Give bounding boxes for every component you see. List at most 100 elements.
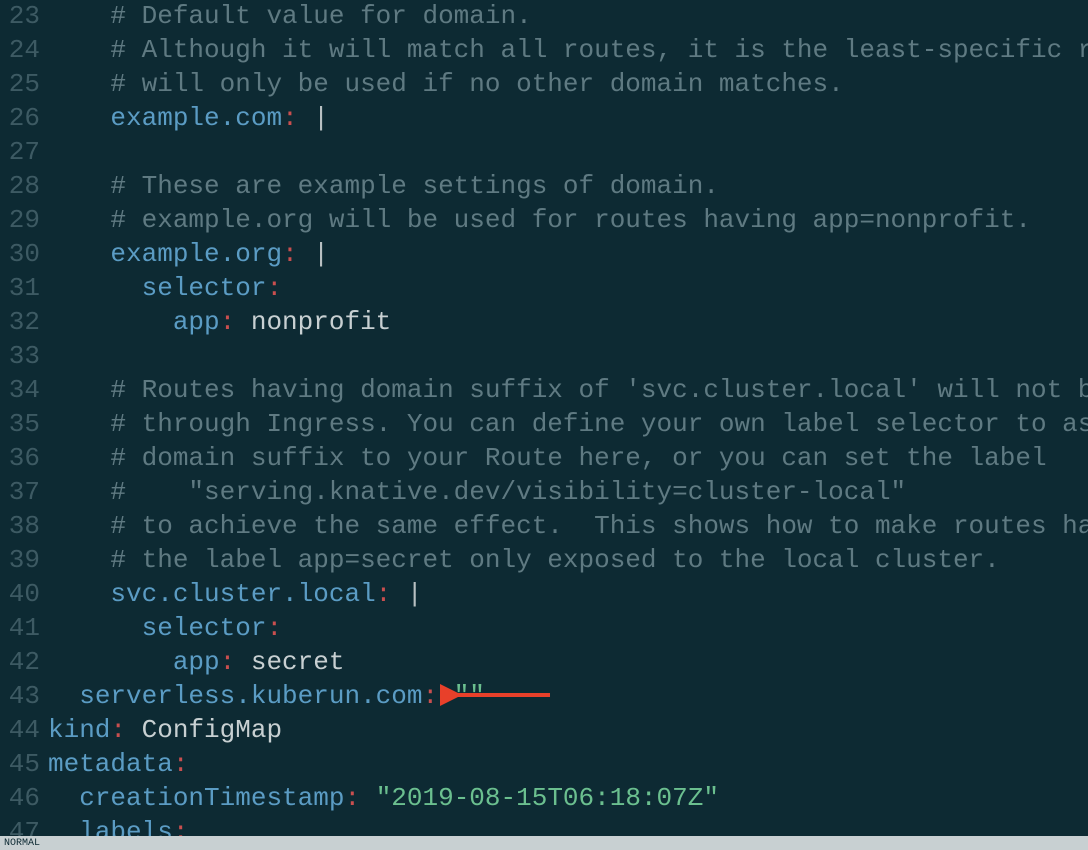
code-line[interactable]: 46 creationTimestamp: "2019-08-15T06:18:… <box>0 782 1088 816</box>
line-content[interactable]: # Routes having domain suffix of 'svc.cl… <box>48 374 1088 408</box>
token-colon: : <box>266 612 282 646</box>
token-val: nonprofit <box>235 306 391 340</box>
token-colon: : <box>422 680 438 714</box>
line-number: 38 <box>0 510 48 544</box>
line-number: 31 <box>0 272 48 306</box>
token-colon: : <box>344 782 360 816</box>
line-number: 39 <box>0 544 48 578</box>
line-number: 30 <box>0 238 48 272</box>
line-content[interactable]: metadata: <box>48 748 188 782</box>
line-number: 27 <box>0 136 48 170</box>
token-val: secret <box>235 646 344 680</box>
token-comment: # through Ingress. You can define your o… <box>110 408 1088 442</box>
code-line[interactable]: 40 svc.cluster.local: | <box>0 578 1088 612</box>
line-content[interactable]: # Although it will match all routes, it … <box>48 34 1088 68</box>
token-pipe: | <box>391 578 422 612</box>
token-val <box>438 680 454 714</box>
line-number: 43 <box>0 680 48 714</box>
line-content[interactable]: # "serving.knative.dev/visibility=cluste… <box>48 476 906 510</box>
token-val: ConfigMap <box>126 714 282 748</box>
line-content[interactable]: # Default value for domain. <box>48 0 532 34</box>
code-editor[interactable]: 23 # Default value for domain.24 # Altho… <box>0 0 1088 850</box>
token-pipe: | <box>298 102 329 136</box>
code-line[interactable]: 32 app: nonprofit <box>0 306 1088 340</box>
token-val <box>360 782 376 816</box>
line-number: 25 <box>0 68 48 102</box>
token-key: serverless.kuberun.com <box>79 680 422 714</box>
code-line[interactable]: 34 # Routes having domain suffix of 'svc… <box>0 374 1088 408</box>
mode-indicator: NORMAL <box>4 838 40 849</box>
line-content[interactable]: kind: ConfigMap <box>48 714 282 748</box>
line-content[interactable]: # domain suffix to your Route here, or y… <box>48 442 1047 476</box>
code-line[interactable]: 38 # to achieve the same effect. This sh… <box>0 510 1088 544</box>
line-content[interactable]: # the label app=secret only exposed to t… <box>48 544 1000 578</box>
line-content[interactable]: selector: <box>48 612 282 646</box>
token-pipe: | <box>298 238 329 272</box>
token-comment: # Default value for domain. <box>110 0 531 34</box>
line-content[interactable]: # These are example settings of domain. <box>48 170 719 204</box>
token-key: kind <box>48 714 110 748</box>
token-comment: # will only be used if no other domain m… <box>110 68 843 102</box>
code-line[interactable]: 37 # "serving.knative.dev/visibility=clu… <box>0 476 1088 510</box>
line-number: 41 <box>0 612 48 646</box>
code-line[interactable]: 25 # will only be used if no other domai… <box>0 68 1088 102</box>
line-number: 42 <box>0 646 48 680</box>
code-line[interactable]: 28 # These are example settings of domai… <box>0 170 1088 204</box>
code-line[interactable]: 41 selector: <box>0 612 1088 646</box>
statusbar: NORMAL <box>0 836 1088 850</box>
line-number: 34 <box>0 374 48 408</box>
line-number: 33 <box>0 340 48 374</box>
code-line[interactable]: 35 # through Ingress. You can define you… <box>0 408 1088 442</box>
line-content[interactable]: # to achieve the same effect. This shows… <box>48 510 1088 544</box>
line-number: 44 <box>0 714 48 748</box>
line-content[interactable]: app: nonprofit <box>48 306 391 340</box>
line-content[interactable]: # will only be used if no other domain m… <box>48 68 844 102</box>
line-content[interactable]: # example.org will be used for routes ha… <box>48 204 1031 238</box>
token-comment: # "serving.knative.dev/visibility=cluste… <box>110 476 906 510</box>
line-number: 32 <box>0 306 48 340</box>
line-content[interactable]: example.com: | <box>48 102 329 136</box>
code-line[interactable]: 42 app: secret <box>0 646 1088 680</box>
line-content[interactable]: serverless.kuberun.com: "" <box>48 680 485 714</box>
code-line[interactable]: 39 # the label app=secret only exposed t… <box>0 544 1088 578</box>
code-line[interactable]: 24 # Although it will match all routes, … <box>0 34 1088 68</box>
code-line[interactable]: 45metadata: <box>0 748 1088 782</box>
code-line[interactable]: 27 <box>0 136 1088 170</box>
code-line[interactable]: 31 selector: <box>0 272 1088 306</box>
token-comment: # Although it will match all routes, it … <box>110 34 1088 68</box>
line-content[interactable]: # through Ingress. You can define your o… <box>48 408 1088 442</box>
line-number: 23 <box>0 0 48 34</box>
token-key: selector <box>142 272 267 306</box>
token-key: selector <box>142 612 267 646</box>
token-key: creationTimestamp <box>79 782 344 816</box>
line-number: 28 <box>0 170 48 204</box>
line-content[interactable]: svc.cluster.local: | <box>48 578 423 612</box>
token-comment: # the label app=secret only exposed to t… <box>110 544 999 578</box>
token-colon: : <box>266 272 282 306</box>
token-comment: # These are example settings of domain. <box>110 170 719 204</box>
code-line[interactable]: 33 <box>0 340 1088 374</box>
line-content[interactable]: example.org: | <box>48 238 329 272</box>
line-number: 40 <box>0 578 48 612</box>
line-number: 35 <box>0 408 48 442</box>
code-line[interactable]: 23 # Default value for domain. <box>0 0 1088 34</box>
token-key: app <box>173 306 220 340</box>
code-line[interactable]: 44kind: ConfigMap <box>0 714 1088 748</box>
code-line[interactable]: 26 example.com: | <box>0 102 1088 136</box>
token-colon: : <box>110 714 126 748</box>
token-colon: : <box>282 238 298 272</box>
code-line[interactable]: 29 # example.org will be used for routes… <box>0 204 1088 238</box>
token-key: app <box>173 646 220 680</box>
line-number: 36 <box>0 442 48 476</box>
token-comment: # Routes having domain suffix of 'svc.cl… <box>110 374 1088 408</box>
code-line[interactable]: 36 # domain suffix to your Route here, o… <box>0 442 1088 476</box>
token-str: "" <box>454 680 485 714</box>
line-content[interactable]: creationTimestamp: "2019-08-15T06:18:07Z… <box>48 782 719 816</box>
line-number: 26 <box>0 102 48 136</box>
code-line[interactable]: 43 serverless.kuberun.com: "" <box>0 680 1088 714</box>
line-content[interactable]: app: secret <box>48 646 344 680</box>
code-line[interactable]: 30 example.org: | <box>0 238 1088 272</box>
token-colon: : <box>220 646 236 680</box>
line-content[interactable]: selector: <box>48 272 282 306</box>
token-key: metadata <box>48 748 173 782</box>
